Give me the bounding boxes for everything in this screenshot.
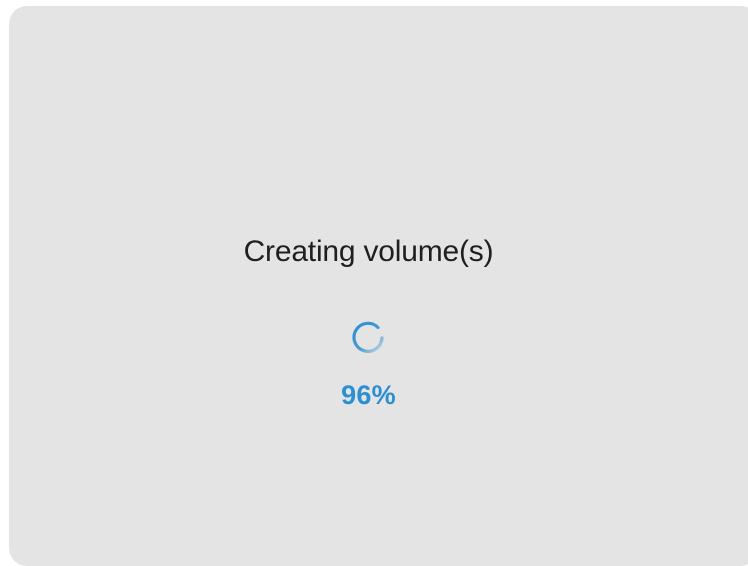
progress-percentage: 96%: [341, 380, 396, 410]
loading-spinner-icon: [343, 313, 393, 363]
progress-title: Creating volume(s): [243, 235, 494, 268]
progress-dialog-content: Creating volume(s) 96%: [9, 6, 748, 565]
progress-dialog: Creating volume(s) 96%: [9, 6, 748, 566]
